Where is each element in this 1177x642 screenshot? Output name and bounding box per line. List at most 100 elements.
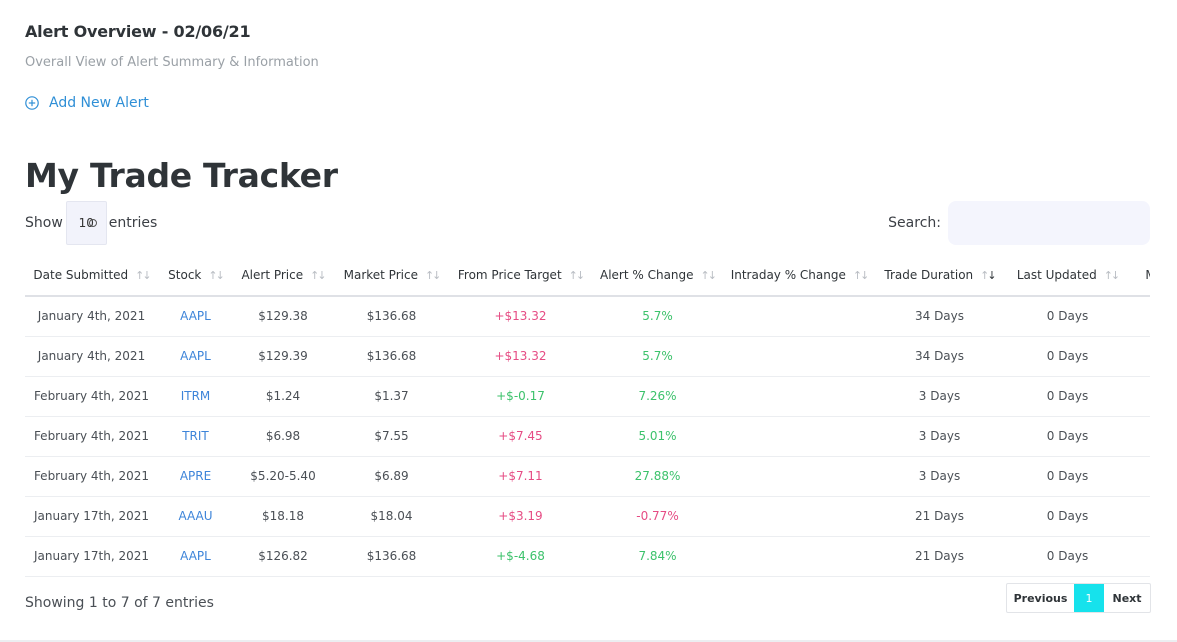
column-header[interactable]: Alert % Change ↑↓: [591, 255, 724, 297]
cell-from-price-target: +$7.11: [450, 456, 591, 497]
cell-alert-change: -0.77%: [591, 496, 724, 537]
table-row: January 17th, 2021 AAAU $18.18 $18.04 +$3.19…: [25, 496, 1150, 537]
cell-from-price-target: +$3.19: [450, 496, 591, 537]
cell-market-price: $6.89: [333, 456, 450, 497]
table-info: Showing 1 to 7 of 7 entries: [25, 595, 214, 611]
cell-intraday-change: [724, 536, 874, 577]
add-new-alert-button[interactable]: Add New Alert: [25, 95, 149, 111]
trade-tracker-table: Date Submitted ↑↓ Stock ↑↓ Alert Price ↑↓ Mark…: [25, 255, 1150, 577]
table-row: January 4th, 2021 AAPL $129.39 $136.68 +$13.…: [25, 336, 1150, 377]
column-header[interactable]: Market Price ↑↓: [333, 255, 450, 297]
next-page-button[interactable]: Next: [1104, 584, 1150, 612]
cell-date: January 4th, 2021: [25, 336, 158, 377]
cell-trade-duration: 21 Days: [874, 536, 1005, 577]
column-header[interactable]: Intraday % Change ↑↓: [724, 255, 874, 297]
table-row: February 4th, 2021 ITRM $1.24 $1.37 +$-0.17 7…: [25, 376, 1150, 417]
cell-from-price-target: +$13.32: [450, 296, 591, 337]
entries-length-control: Show 10 entries: [25, 201, 157, 245]
cell-alert-change: 27.88%: [591, 456, 724, 497]
sort-desc-icon: ↑↓: [980, 269, 997, 282]
cell-alert-price: $6.98: [233, 416, 333, 457]
column-header-label: Alert % Change: [600, 268, 694, 282]
stock-link[interactable]: AAAU: [158, 496, 233, 537]
column-header-label: Last Updated: [1016, 268, 1097, 282]
cell-market-price: $1.37: [333, 376, 450, 417]
plus-circle-icon: [25, 96, 39, 110]
cell-intraday-change: [724, 496, 874, 537]
entries-length-select[interactable]: 10: [65, 201, 107, 245]
column-header[interactable]: Alert Price ↑↓: [233, 255, 333, 297]
cell-last-updated: 0 Days: [1005, 536, 1130, 577]
column-header[interactable]: From Price Target ↑↓: [450, 255, 591, 297]
column-header-label: Mo: [1145, 268, 1150, 282]
cell-date: February 4th, 2021: [25, 376, 158, 417]
cell-trade-duration: 3 Days: [874, 376, 1005, 417]
cell-trade-duration: 3 Days: [874, 416, 1005, 457]
table-row: February 4th, 2021 TRIT $6.98 $7.55 +$7.45 5.…: [25, 416, 1150, 457]
previous-page-button[interactable]: Previous: [1007, 584, 1074, 612]
cell-market-price: $7.55: [333, 416, 450, 457]
cell-alert-change: 5.7%: [591, 296, 724, 337]
table-row: February 4th, 2021 APRE $5.20-5.40 $6.89 +$7…: [25, 456, 1150, 497]
cell-more: [1130, 536, 1150, 577]
search-input[interactable]: [948, 201, 1150, 245]
sort-both-icon: ↑↓: [1103, 269, 1121, 282]
cell-more: [1130, 296, 1150, 337]
sort-both-icon: ↑↓: [310, 269, 327, 282]
cell-date: February 4th, 2021: [25, 456, 158, 497]
cell-market-price: $136.68: [333, 536, 450, 577]
column-header[interactable]: Date Submitted ↑↓: [25, 255, 158, 297]
column-header-label: Stock: [168, 268, 202, 282]
cell-more: [1130, 416, 1150, 457]
stock-link[interactable]: ITRM: [158, 376, 233, 417]
cell-trade-duration: 21 Days: [874, 496, 1005, 537]
cell-intraday-change: [724, 296, 874, 337]
cell-last-updated: 0 Days: [1005, 296, 1130, 337]
stock-link[interactable]: AAPL: [158, 536, 233, 577]
cell-intraday-change: [724, 376, 874, 417]
table-row: January 17th, 2021 AAPL $126.82 $136.68 +$-4…: [25, 536, 1150, 577]
tracker-heading: My Trade Tracker: [25, 156, 338, 195]
sort-both-icon: ↑↓: [852, 269, 870, 282]
cell-alert-price: $126.82: [233, 536, 333, 577]
cell-market-price: $18.04: [333, 496, 450, 537]
sort-both-icon: ↑↓: [135, 269, 152, 282]
stock-link[interactable]: AAPL: [158, 296, 233, 337]
cell-more: [1130, 496, 1150, 537]
cell-alert-change: 7.26%: [591, 376, 724, 417]
cell-intraday-change: [724, 416, 874, 457]
show-label: Show: [25, 215, 63, 231]
cell-trade-duration: 34 Days: [874, 336, 1005, 377]
cell-last-updated: 0 Days: [1005, 416, 1130, 457]
column-header[interactable]: Mo↑↓: [1130, 255, 1150, 297]
cell-market-price: $136.68: [333, 336, 450, 377]
sort-both-icon: ↑↓: [568, 269, 586, 282]
search-label: Search:: [888, 215, 941, 231]
cell-alert-change: 5.7%: [591, 336, 724, 377]
cell-trade-duration: 3 Days: [874, 456, 1005, 497]
stock-link[interactable]: APRE: [158, 456, 233, 497]
cell-last-updated: 0 Days: [1005, 336, 1130, 377]
column-header-label: From Price Target: [457, 268, 562, 282]
page-1-button[interactable]: 1: [1074, 584, 1104, 612]
column-header[interactable]: Stock ↑↓: [158, 255, 233, 297]
column-header[interactable]: Trade Duration ↑↓: [874, 255, 1005, 297]
column-header-label: Intraday % Change: [730, 268, 846, 282]
cell-intraday-change: [724, 336, 874, 377]
cell-alert-price: $1.24: [233, 376, 333, 417]
cell-last-updated: 0 Days: [1005, 376, 1130, 417]
pagination: Previous 1 Next: [1006, 583, 1151, 613]
column-header-label: Market Price: [343, 268, 418, 282]
cell-last-updated: 0 Days: [1005, 496, 1130, 537]
stock-link[interactable]: TRIT: [158, 416, 233, 457]
stock-link[interactable]: AAPL: [158, 336, 233, 377]
cell-date: January 4th, 2021: [25, 296, 158, 337]
cell-more: [1130, 376, 1150, 417]
table-row: January 4th, 2021 AAPL $129.38 $136.68 +$13.…: [25, 296, 1150, 337]
page-subtitle: Overall View of Alert Summary & Informat…: [25, 55, 319, 70]
column-header[interactable]: Last Updated ↑↓: [1005, 255, 1130, 297]
page-title: Alert Overview - 02/06/21: [25, 22, 251, 41]
column-header-label: Trade Duration: [884, 268, 974, 282]
cell-intraday-change: [724, 456, 874, 497]
select-arrow-icon: [88, 219, 97, 227]
